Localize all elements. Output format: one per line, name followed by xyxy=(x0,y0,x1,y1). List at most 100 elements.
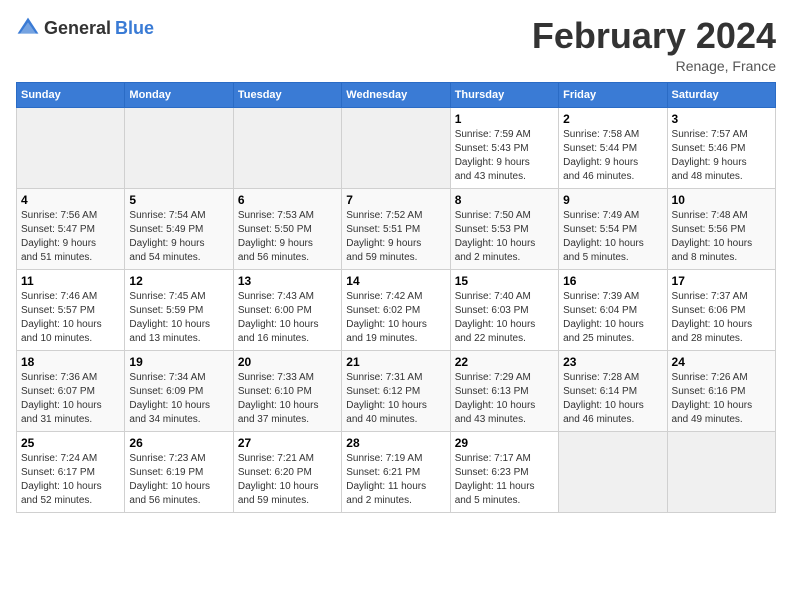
logo-blue: Blue xyxy=(115,18,154,39)
calendar-subtitle: Renage, France xyxy=(532,58,776,74)
day-number: 20 xyxy=(238,355,337,369)
day-info: Sunrise: 7:42 AM Sunset: 6:02 PM Dayligh… xyxy=(346,290,445,346)
day-info: Sunrise: 7:57 AM Sunset: 5:46 PM Dayligh… xyxy=(672,128,771,184)
day-info: Sunrise: 7:50 AM Sunset: 5:53 PM Dayligh… xyxy=(455,209,554,265)
day-number: 11 xyxy=(21,274,120,288)
calendar-title: February 2024 xyxy=(532,16,776,56)
calendar-cell xyxy=(233,107,341,188)
calendar-cell: 11 Sunrise: 7:46 AM Sunset: 5:57 PM Dayli… xyxy=(17,269,125,350)
day-number: 16 xyxy=(563,274,662,288)
calendar-cell: 9 Sunrise: 7:49 AM Sunset: 5:54 PM Daylig… xyxy=(559,188,667,269)
calendar-week-row: 11 Sunrise: 7:46 AM Sunset: 5:57 PM Dayli… xyxy=(17,269,776,350)
day-info: Sunrise: 7:37 AM Sunset: 6:06 PM Dayligh… xyxy=(672,290,771,346)
calendar-cell: 10 Sunrise: 7:48 AM Sunset: 5:56 PM Dayli… xyxy=(667,188,775,269)
logo-general: General xyxy=(44,18,111,39)
calendar-cell: 29 Sunrise: 7:17 AM Sunset: 6:23 PM Dayli… xyxy=(450,431,558,512)
calendar-week-row: 18 Sunrise: 7:36 AM Sunset: 6:07 PM Dayli… xyxy=(17,350,776,431)
day-number: 14 xyxy=(346,274,445,288)
day-number: 7 xyxy=(346,193,445,207)
day-number: 12 xyxy=(129,274,228,288)
logo: GeneralBlue xyxy=(16,16,154,40)
day-number: 21 xyxy=(346,355,445,369)
day-info: Sunrise: 7:43 AM Sunset: 6:00 PM Dayligh… xyxy=(238,290,337,346)
calendar-cell: 26Sunrise: 7:23 AM Sunset: 6:19 PM Dayli… xyxy=(125,431,233,512)
day-info: Sunrise: 7:45 AM Sunset: 5:59 PM Dayligh… xyxy=(129,290,228,346)
day-number: 2 xyxy=(563,112,662,126)
calendar-cell: 28 Sunrise: 7:19 AM Sunset: 6:21 PM Dayli… xyxy=(342,431,450,512)
day-number: 10 xyxy=(672,193,771,207)
day-info: Sunrise: 7:36 AM Sunset: 6:07 PM Dayligh… xyxy=(21,371,120,427)
calendar-week-row: 4Sunrise: 7:56 AM Sunset: 5:47 PM Daylig… xyxy=(17,188,776,269)
day-info: Sunrise: 7:34 AM Sunset: 6:09 PM Dayligh… xyxy=(129,371,228,427)
day-number: 5 xyxy=(129,193,228,207)
day-number: 8 xyxy=(455,193,554,207)
calendar-cell: 25 Sunrise: 7:24 AM Sunset: 6:17 PM Dayli… xyxy=(17,431,125,512)
header-sunday: Sunday xyxy=(17,82,125,107)
calendar-week-row: 1 Sunrise: 7:59 AM Sunset: 5:43 PM Daylig… xyxy=(17,107,776,188)
calendar-cell: 7 Sunrise: 7:52 AM Sunset: 5:51 PM Daylig… xyxy=(342,188,450,269)
day-number: 6 xyxy=(238,193,337,207)
day-info: Sunrise: 7:59 AM Sunset: 5:43 PM Dayligh… xyxy=(455,128,554,184)
day-info: Sunrise: 7:39 AM Sunset: 6:04 PM Dayligh… xyxy=(563,290,662,346)
day-number: 23 xyxy=(563,355,662,369)
calendar-cell: 14 Sunrise: 7:42 AM Sunset: 6:02 PM Dayli… xyxy=(342,269,450,350)
day-info: Sunrise: 7:40 AM Sunset: 6:03 PM Dayligh… xyxy=(455,290,554,346)
day-info: Sunrise: 7:17 AM Sunset: 6:23 PM Dayligh… xyxy=(455,452,554,508)
title-area: February 2024 Renage, France xyxy=(532,16,776,74)
calendar-cell: 20 Sunrise: 7:33 AM Sunset: 6:10 PM Dayli… xyxy=(233,350,341,431)
calendar-cell: 8 Sunrise: 7:50 AM Sunset: 5:53 PM Daylig… xyxy=(450,188,558,269)
calendar-cell: 2 Sunrise: 7:58 AM Sunset: 5:44 PM Daylig… xyxy=(559,107,667,188)
day-number: 17 xyxy=(672,274,771,288)
day-info: Sunrise: 7:56 AM Sunset: 5:47 PM Dayligh… xyxy=(21,209,120,265)
header-monday: Monday xyxy=(125,82,233,107)
calendar-cell: 12 Sunrise: 7:45 AM Sunset: 5:59 PM Dayli… xyxy=(125,269,233,350)
calendar-cell: 27Sunrise: 7:21 AM Sunset: 6:20 PM Dayli… xyxy=(233,431,341,512)
day-info: Sunrise: 7:28 AM Sunset: 6:14 PM Dayligh… xyxy=(563,371,662,427)
day-info: Sunrise: 7:53 AM Sunset: 5:50 PM Dayligh… xyxy=(238,209,337,265)
header-friday: Friday xyxy=(559,82,667,107)
header-thursday: Thursday xyxy=(450,82,558,107)
day-info: Sunrise: 7:54 AM Sunset: 5:49 PM Dayligh… xyxy=(129,209,228,265)
day-info: Sunrise: 7:19 AM Sunset: 6:21 PM Dayligh… xyxy=(346,452,445,508)
calendar-week-row: 25 Sunrise: 7:24 AM Sunset: 6:17 PM Dayli… xyxy=(17,431,776,512)
day-number: 25 xyxy=(21,436,120,450)
day-info: Sunrise: 7:58 AM Sunset: 5:44 PM Dayligh… xyxy=(563,128,662,184)
day-number: 3 xyxy=(672,112,771,126)
calendar-cell xyxy=(17,107,125,188)
day-number: 9 xyxy=(563,193,662,207)
calendar-cell: 15 Sunrise: 7:40 AM Sunset: 6:03 PM Dayli… xyxy=(450,269,558,350)
calendar-cell xyxy=(667,431,775,512)
day-number: 13 xyxy=(238,274,337,288)
day-info: Sunrise: 7:24 AM Sunset: 6:17 PM Dayligh… xyxy=(21,452,120,508)
day-info: Sunrise: 7:31 AM Sunset: 6:12 PM Dayligh… xyxy=(346,371,445,427)
day-number: 29 xyxy=(455,436,554,450)
day-number: 28 xyxy=(346,436,445,450)
calendar-cell: 17 Sunrise: 7:37 AM Sunset: 6:06 PM Dayli… xyxy=(667,269,775,350)
day-number: 1 xyxy=(455,112,554,126)
calendar-cell xyxy=(125,107,233,188)
day-info: Sunrise: 7:52 AM Sunset: 5:51 PM Dayligh… xyxy=(346,209,445,265)
day-info: Sunrise: 7:46 AM Sunset: 5:57 PM Dayligh… xyxy=(21,290,120,346)
calendar-cell: 21 Sunrise: 7:31 AM Sunset: 6:12 PM Dayli… xyxy=(342,350,450,431)
day-number: 18 xyxy=(21,355,120,369)
calendar-cell xyxy=(342,107,450,188)
header-saturday: Saturday xyxy=(667,82,775,107)
calendar-cell: 4Sunrise: 7:56 AM Sunset: 5:47 PM Daylig… xyxy=(17,188,125,269)
calendar-cell: 24 Sunrise: 7:26 AM Sunset: 6:16 PM Dayli… xyxy=(667,350,775,431)
header-wednesday: Wednesday xyxy=(342,82,450,107)
day-info: Sunrise: 7:23 AM Sunset: 6:19 PM Dayligh… xyxy=(129,452,228,508)
day-number: 19 xyxy=(129,355,228,369)
calendar-header-row: SundayMondayTuesdayWednesdayThursdayFrid… xyxy=(17,82,776,107)
day-info: Sunrise: 7:26 AM Sunset: 6:16 PM Dayligh… xyxy=(672,371,771,427)
page-header: GeneralBlue February 2024 Renage, France xyxy=(16,16,776,74)
day-number: 22 xyxy=(455,355,554,369)
calendar-cell: 13 Sunrise: 7:43 AM Sunset: 6:00 PM Dayli… xyxy=(233,269,341,350)
day-number: 24 xyxy=(672,355,771,369)
day-info: Sunrise: 7:48 AM Sunset: 5:56 PM Dayligh… xyxy=(672,209,771,265)
day-info: Sunrise: 7:49 AM Sunset: 5:54 PM Dayligh… xyxy=(563,209,662,265)
calendar-cell: 18 Sunrise: 7:36 AM Sunset: 6:07 PM Dayli… xyxy=(17,350,125,431)
day-info: Sunrise: 7:33 AM Sunset: 6:10 PM Dayligh… xyxy=(238,371,337,427)
day-info: Sunrise: 7:21 AM Sunset: 6:20 PM Dayligh… xyxy=(238,452,337,508)
calendar-cell xyxy=(559,431,667,512)
day-number: 15 xyxy=(455,274,554,288)
